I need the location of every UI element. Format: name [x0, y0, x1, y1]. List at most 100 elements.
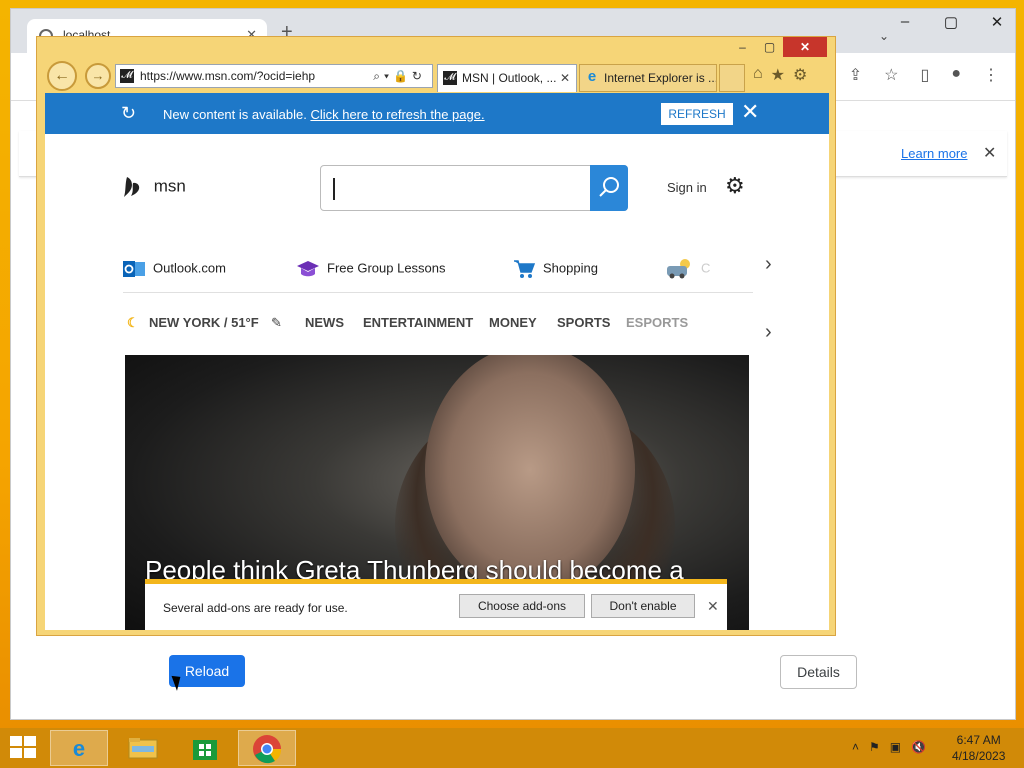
quicklinks: Outlook.com Free Group Lessons Shopping [123, 253, 753, 293]
tab-search-icon[interactable]: ⌄ [879, 29, 889, 43]
dont-enable-button[interactable]: Don't enable [591, 594, 695, 618]
ie-tab-msn[interactable]: 𝓜 MSN | Outlook, ... ✕ [437, 64, 577, 92]
sidepanel-icon[interactable]: ▯ [921, 65, 930, 85]
chrome-toolbar-icons: ⇪ ☆ ▯ ● ⋮ [849, 65, 999, 85]
nav-esports[interactable]: ESPORTS [626, 315, 688, 330]
ie-minimize-button[interactable]: – [729, 37, 756, 57]
clock-time: 6:47 AM [956, 733, 1001, 747]
graduation-cap-icon [297, 261, 319, 277]
minimize-button[interactable]: – [895, 13, 915, 31]
notification-close-icon[interactable]: ✕ [707, 598, 719, 615]
msn-logo[interactable]: msn [123, 175, 186, 199]
ie-new-tab-button[interactable] [719, 64, 745, 92]
star-icon[interactable]: ☆ [884, 65, 898, 85]
taskbar-store[interactable] [176, 730, 234, 766]
home-icon[interactable]: ⌂ [753, 65, 763, 85]
ie-window-controls: – ▢ ✕ [729, 37, 827, 57]
refresh-icon: ↻ [121, 103, 137, 123]
favorites-icon[interactable]: ★ [771, 65, 785, 85]
nav-money[interactable]: MONEY [489, 315, 537, 330]
share-icon[interactable]: ⇪ [849, 65, 862, 85]
windows-logo-pane [10, 748, 22, 758]
chrome-icon [253, 735, 282, 764]
quicklink-free-group-lessons[interactable]: Free Group Lessons [297, 259, 446, 279]
msn-logo-text: msn [153, 176, 186, 196]
refresh-link[interactable]: Click here to refresh the page. [310, 107, 484, 122]
infobar-close-icon[interactable]: ✕ [983, 143, 996, 163]
quicklink-label: Shopping [543, 260, 598, 276]
up-arrow-icon[interactable]: ˄ [852, 740, 859, 754]
taskbar-chrome[interactable] [238, 730, 296, 766]
refresh-close-icon[interactable]: ✕ [741, 99, 759, 125]
moon-icon: ☾ [127, 315, 139, 330]
gear-icon[interactable]: ⚙ [725, 173, 745, 199]
volume-muted-icon[interactable]: 🔇 [911, 740, 926, 754]
folder-icon [128, 738, 158, 759]
ie-toolbar: ⌂ ★ ⚙ [753, 65, 807, 85]
search-button[interactable] [590, 165, 628, 211]
windows-logo-pane [24, 748, 36, 758]
menu-icon[interactable]: ⋮ [983, 65, 999, 85]
taskbar-file-explorer[interactable] [114, 730, 172, 766]
quicklink-shopping[interactable]: Shopping [513, 259, 598, 279]
back-button[interactable]: ← [47, 61, 77, 91]
start-button[interactable] [10, 736, 38, 760]
nav-news[interactable]: NEWS [305, 315, 344, 330]
shopping-cart-icon [514, 260, 535, 278]
search-input[interactable] [320, 165, 628, 211]
refresh-banner: ↻ New content is available. Click here t… [45, 93, 829, 134]
maximize-button[interactable]: ▢ [941, 13, 961, 31]
addons-notification: Several add-ons are ready for use. Choos… [145, 579, 727, 630]
quicklink-label: Outlook.com [153, 260, 226, 276]
outlook-icon [123, 261, 145, 277]
chrome-window-controls: – ▢ ✕ [895, 13, 1007, 31]
refresh-message: New content is available. [163, 107, 307, 122]
store-icon [193, 740, 217, 760]
sign-in-link[interactable]: Sign in [667, 180, 707, 195]
nav-sports[interactable]: SPORTS [557, 315, 610, 330]
windows-logo-pane [10, 736, 22, 746]
ie-close-button[interactable]: ✕ [783, 37, 827, 57]
notification-message: Several add-ons are ready for use. [163, 601, 348, 615]
clock[interactable]: 6:47 AM 4/18/2023 [952, 732, 1005, 764]
msn-favicon-icon: 𝓜 [443, 71, 457, 85]
msn-butterfly-icon [124, 177, 140, 197]
quicklink-outlook[interactable]: Outlook.com [123, 259, 226, 279]
system-tray: ˄ ⚑ ▣ 🔇 [852, 740, 926, 754]
profile-icon[interactable]: ● [951, 65, 961, 85]
flag-icon[interactable]: ⚑ [869, 740, 880, 754]
address-url: https://www.msn.com/?ocid=iehp [140, 69, 316, 83]
search-icon [599, 177, 619, 197]
settings-icon[interactable]: ⚙ [793, 65, 807, 85]
refresh-button[interactable]: REFRESH [661, 103, 733, 125]
ie-logo-icon: e [587, 68, 597, 85]
quicklinks-next-icon[interactable]: › [765, 253, 772, 276]
ie-maximize-button[interactable]: ▢ [756, 37, 783, 57]
details-button[interactable]: Details [780, 655, 857, 689]
refresh-banner-text: New content is available. Click here to … [163, 107, 485, 122]
msn-favicon-icon: 𝓜 [120, 69, 134, 83]
clock-date: 4/18/2023 [952, 749, 1006, 763]
edit-pencil-icon[interactable]: ✎ [271, 315, 282, 331]
ie-logo-icon: e [72, 736, 86, 761]
choose-addons-button[interactable]: Choose add-ons [459, 594, 585, 618]
forward-button[interactable]: → [85, 63, 111, 89]
ie-tab-title: MSN | Outlook, ... [462, 71, 557, 85]
network-icon[interactable]: ▣ [890, 740, 901, 754]
quicklink-label: Free Group Lessons [327, 260, 446, 276]
nav-next-icon[interactable]: › [765, 321, 772, 344]
address-bar[interactable]: 𝓜 https://www.msn.com/?ocid=iehp ⌕▾🔒↻ [115, 64, 433, 88]
learn-more-link[interactable]: Learn more [901, 146, 967, 161]
ie-tab-internet-explorer[interactable]: e Internet Explorer is ... [579, 64, 717, 92]
taskbar-internet-explorer[interactable]: e [50, 730, 108, 766]
address-bar-icons[interactable]: ⌕▾🔒↻ [373, 69, 426, 84]
ie-tab-close-icon[interactable]: ✕ [560, 71, 570, 85]
nav-entertainment[interactable]: ENTERTAINMENT [363, 315, 473, 330]
quicklink-cars[interactable]: C [665, 259, 710, 279]
text-caret [333, 178, 335, 200]
close-button[interactable]: ✕ [987, 13, 1007, 31]
windows-logo-pane [24, 736, 36, 746]
ie-window: – ▢ ✕ ← → 𝓜 https://www.msn.com/?ocid=ie… [36, 36, 836, 636]
weather-location[interactable]: NEW YORK / 51°F [149, 315, 259, 330]
ie-content: ↻ New content is available. Click here t… [45, 93, 829, 630]
